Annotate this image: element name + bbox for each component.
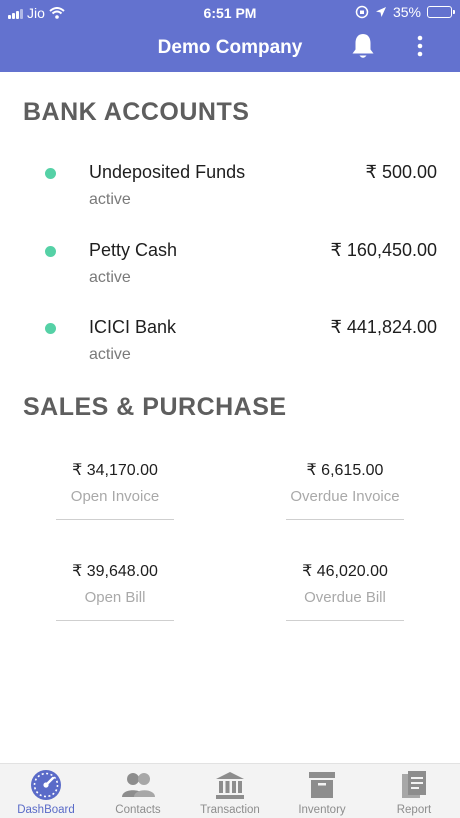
- open-invoice-tile[interactable]: ₹ 34,170.00 Open Invoice: [56, 460, 174, 520]
- location-arrow-icon: [375, 7, 386, 17]
- overdue-bill-label: Overdue Bill: [304, 589, 386, 606]
- account-name: Petty Cash: [89, 240, 178, 260]
- dashboard-screen: Jio 6:51 PM 35% Demo Company BANK ACCOUN…: [0, 0, 460, 818]
- battery-percentage: 35%: [392, 4, 421, 20]
- divider: [56, 620, 174, 621]
- account-balance: ₹ 160,450.00: [330, 240, 437, 260]
- overdue-invoice-tile[interactable]: ₹ 6,615.00 Overdue Invoice: [286, 460, 404, 520]
- account-status: active: [89, 269, 131, 286]
- open-bill-amount: ₹ 39,648.00: [72, 563, 158, 580]
- account-name: Undeposited Funds: [89, 162, 246, 182]
- overdue-invoice-amount: ₹ 6,615.00: [306, 462, 384, 479]
- tab-label: Inventory: [298, 804, 346, 816]
- app-header: Jio 6:51 PM 35% Demo Company: [0, 0, 460, 72]
- account-status: active: [89, 346, 131, 363]
- orientation-lock-icon: [355, 5, 369, 19]
- status-bar: Jio 6:51 PM 35%: [0, 0, 460, 26]
- tab-contacts[interactable]: Contacts: [92, 764, 184, 818]
- company-title: Demo Company: [157, 37, 303, 58]
- contacts-people-icon: [122, 773, 155, 797]
- account-status: active: [89, 191, 131, 208]
- status-dot: [45, 323, 56, 334]
- open-bill-tile[interactable]: ₹ 39,648.00 Open Bill: [56, 561, 174, 621]
- bank-account-row[interactable]: Petty Cash active ₹ 160,450.00: [0, 240, 460, 310]
- more-options-icon[interactable]: [410, 34, 430, 58]
- status-dot: [45, 168, 56, 179]
- account-balance: ₹ 441,824.00: [330, 317, 437, 337]
- bank-account-row[interactable]: Undeposited Funds active ₹ 500.00: [0, 162, 460, 232]
- open-invoice-label: Open Invoice: [70, 488, 160, 505]
- tab-report[interactable]: Report: [368, 764, 460, 818]
- status-right: 35%: [355, 4, 455, 20]
- tab-label: Contacts: [115, 804, 161, 816]
- dashboard-gauge-icon: [31, 770, 61, 800]
- overdue-bill-amount: ₹ 46,020.00: [302, 563, 388, 580]
- bottom-nav: DashBoard Contacts Transaction Inventory…: [0, 763, 460, 818]
- tab-label: Report: [396, 804, 432, 816]
- account-balance: ₹ 500.00: [365, 162, 437, 182]
- divider: [286, 519, 404, 520]
- tab-label: DashBoard: [17, 804, 75, 816]
- open-invoice-amount: ₹ 34,170.00: [72, 462, 158, 479]
- open-bill-label: Open Bill: [84, 589, 146, 606]
- bank-building-icon: [216, 772, 244, 799]
- tab-inventory[interactable]: Inventory: [276, 764, 368, 818]
- report-document-icon: [402, 771, 426, 798]
- account-name: ICICI Bank: [89, 317, 177, 337]
- tab-label: Transaction: [200, 804, 260, 816]
- status-dot: [45, 246, 56, 257]
- sales-purchase-heading: SALES & PURCHASE: [23, 393, 287, 421]
- bank-account-row[interactable]: ICICI Bank active ₹ 441,824.00: [0, 317, 460, 387]
- divider: [286, 620, 404, 621]
- tab-dashboard[interactable]: DashBoard: [0, 764, 92, 818]
- notification-bell-icon[interactable]: [348, 31, 378, 61]
- overdue-invoice-label: Overdue Invoice: [290, 488, 400, 505]
- tab-transaction[interactable]: Transaction: [184, 764, 276, 818]
- overdue-bill-tile[interactable]: ₹ 46,020.00 Overdue Bill: [286, 561, 404, 621]
- bank-accounts-heading: BANK ACCOUNTS: [23, 98, 250, 126]
- battery-icon: [427, 6, 455, 18]
- divider: [56, 519, 174, 520]
- inventory-box-icon: [309, 772, 335, 798]
